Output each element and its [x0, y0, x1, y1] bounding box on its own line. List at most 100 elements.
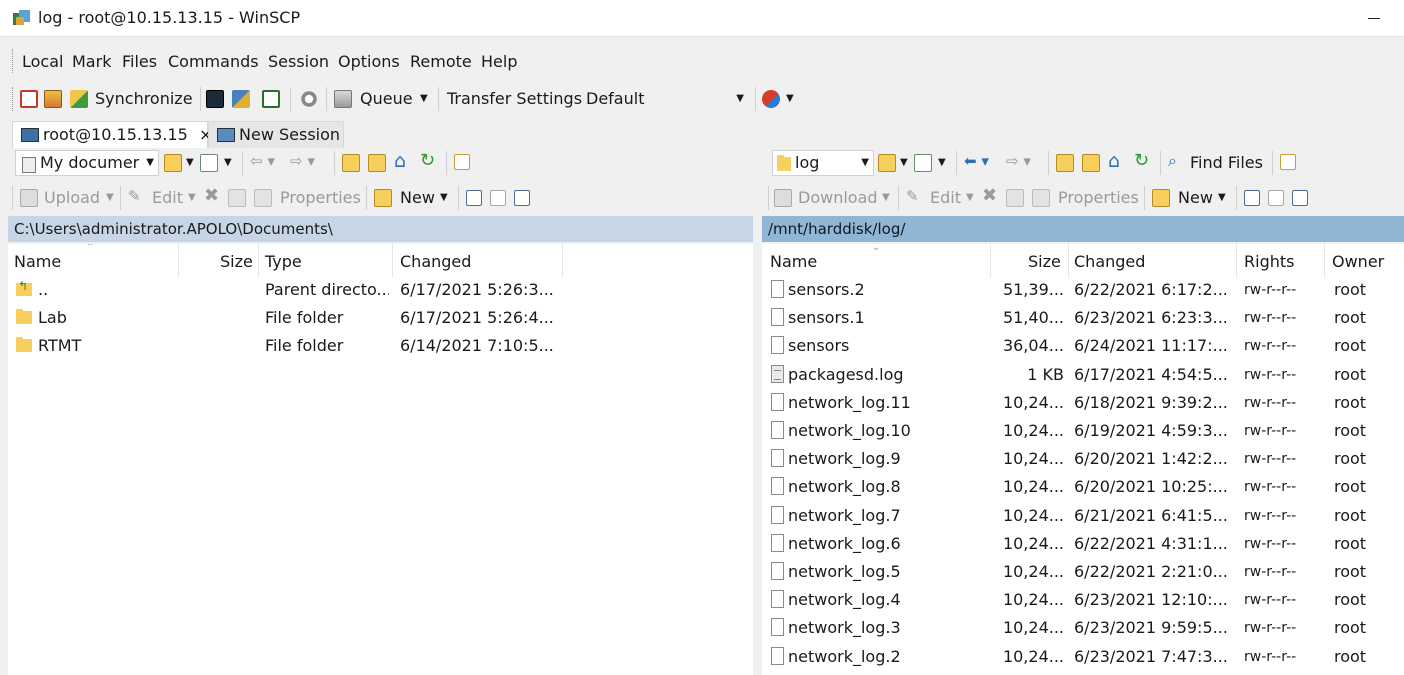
find-files-button[interactable]: Find Files — [1190, 153, 1263, 172]
new-button[interactable]: New — [400, 188, 435, 207]
new-button[interactable]: New — [1178, 188, 1213, 207]
menu-local[interactable]: Local — [22, 52, 63, 71]
parent-directory-icon[interactable] — [1056, 154, 1074, 172]
column-header-changed[interactable]: Changed — [1074, 244, 1145, 278]
menu-files[interactable]: Files — [122, 52, 157, 71]
upload-icon[interactable] — [20, 189, 38, 207]
edit-icon[interactable]: ✎ — [906, 187, 919, 205]
column-separator[interactable] — [1068, 244, 1069, 278]
edit-icon[interactable]: ✎ — [128, 187, 141, 205]
open-folder-icon[interactable] — [164, 154, 182, 172]
menu-help[interactable]: Help — [481, 52, 517, 71]
local-directory-icon[interactable] — [20, 90, 38, 108]
select-files-icon[interactable] — [1244, 190, 1260, 206]
column-separator[interactable] — [178, 244, 179, 278]
properties-icon[interactable] — [254, 189, 272, 207]
remote-path-bar[interactable]: /mnt/harddisk/log/ — [762, 216, 1404, 242]
table-row[interactable]: .. Parent directo... 6/17/2021 5:26:3... — [8, 276, 753, 304]
queue-button[interactable]: Queue — [360, 89, 413, 108]
forward-icon[interactable]: ⇨ ▾ — [1006, 152, 1031, 170]
filter-files-icon[interactable] — [1292, 190, 1308, 206]
column-header-type[interactable]: Type — [265, 244, 302, 278]
column-header-changed[interactable]: Changed — [400, 244, 471, 278]
console-icon[interactable] — [206, 90, 224, 108]
column-separator[interactable] — [392, 244, 393, 278]
panel-splitter[interactable] — [753, 150, 762, 675]
tree-icon[interactable] — [454, 154, 470, 170]
back-icon[interactable]: ⇦ ▾ — [250, 152, 275, 170]
refresh-icon[interactable]: ↻ — [1134, 150, 1149, 171]
filter-dropdown-icon[interactable]: ▼ — [224, 157, 232, 168]
download-button[interactable]: Download — [798, 188, 878, 207]
table-row[interactable]: network_log.9 10,24... 6/20/2021 1:42:2...… — [762, 445, 1404, 473]
menu-commands[interactable]: Commands — [168, 52, 259, 71]
table-row[interactable]: sensors.1 51,40... 6/23/2021 6:23:3... rw-r… — [762, 304, 1404, 332]
menu-mark[interactable]: Mark — [72, 52, 111, 71]
table-row[interactable]: network_log.7 10,24... 6/21/2021 6:41:5...… — [762, 502, 1404, 530]
new-icon[interactable] — [1152, 189, 1170, 207]
menu-grip[interactable] — [12, 49, 15, 73]
delete-icon[interactable]: ✖ — [204, 185, 219, 206]
open-folder-dropdown-icon[interactable]: ▼ — [186, 157, 194, 168]
upload-dropdown-icon[interactable]: ▼ — [106, 192, 114, 203]
compare-directories-icon[interactable] — [44, 90, 62, 108]
table-row[interactable]: network_log.10 10,24... 6/19/2021 4:59:3..… — [762, 417, 1404, 445]
table-row[interactable]: network_log.4 10,24... 6/23/2021 12:10:...… — [762, 586, 1404, 614]
menu-session[interactable]: Session — [268, 52, 329, 71]
column-separator[interactable] — [1236, 244, 1237, 278]
table-row[interactable]: network_log.8 10,24... 6/20/2021 10:25:...… — [762, 473, 1404, 501]
rename-icon[interactable] — [1006, 189, 1024, 207]
transfer-settings-select[interactable]: Default ▼ — [582, 87, 752, 111]
table-row[interactable]: sensors.2 51,39... 6/22/2021 6:17:2... rw-r… — [762, 276, 1404, 304]
menu-options[interactable]: Options — [338, 52, 400, 71]
column-separator[interactable] — [990, 244, 991, 278]
table-row[interactable]: Lab File folder 6/17/2021 5:26:4... — [8, 304, 753, 332]
filter-icon[interactable] — [914, 154, 932, 172]
tab-session-root[interactable]: root@10.15.13.15 × — [12, 121, 212, 148]
local-location-select[interactable]: My documer ▼ — [15, 150, 159, 176]
new-dropdown-icon[interactable]: ▼ — [440, 192, 448, 203]
download-icon[interactable] — [774, 189, 792, 207]
properties-button[interactable]: Properties — [280, 188, 361, 207]
remote-location-dropdown-icon[interactable]: ▼ — [861, 151, 869, 175]
toolbar-grip[interactable] — [12, 87, 15, 111]
synchronize-button[interactable]: Synchronize — [95, 89, 193, 108]
open-folder-dropdown-icon[interactable]: ▼ — [900, 157, 908, 168]
menu-remote[interactable]: Remote — [410, 52, 472, 71]
queue-icon[interactable] — [334, 90, 352, 108]
root-directory-icon[interactable] — [368, 154, 386, 172]
edit-button[interactable]: Edit — [152, 188, 183, 207]
unselect-files-icon[interactable] — [490, 190, 506, 206]
column-header-rights[interactable]: Rights — [1244, 244, 1294, 278]
minimize-button[interactable] — [1364, 6, 1386, 28]
properties-button[interactable]: Properties — [1058, 188, 1139, 207]
table-row[interactable]: network_log.2 10,24... 6/23/2021 7:47:3...… — [762, 643, 1404, 671]
column-header-name[interactable]: Name — [770, 244, 817, 278]
table-row[interactable]: sensors 36,04... 6/24/2021 11:17:... rw-r--… — [762, 332, 1404, 360]
rename-icon[interactable] — [228, 189, 246, 207]
filter-dropdown-icon[interactable]: ▼ — [938, 157, 946, 168]
connection-dropdown-icon[interactable]: ▼ — [786, 93, 794, 104]
forward-icon[interactable]: ⇨ ▾ — [290, 152, 315, 170]
home-icon[interactable]: ⌂ — [394, 150, 406, 172]
tab-new-session[interactable]: New Session — [208, 121, 344, 148]
unselect-files-icon[interactable] — [1268, 190, 1284, 206]
upload-button[interactable]: Upload — [44, 188, 100, 207]
preferences-gear-icon[interactable] — [300, 90, 318, 108]
edit-dropdown-icon[interactable]: ▼ — [188, 192, 196, 203]
local-location-dropdown-icon[interactable]: ▼ — [146, 151, 154, 175]
edit-button[interactable]: Edit — [930, 188, 961, 207]
queue-dropdown-icon[interactable]: ▼ — [420, 93, 428, 104]
open-folder-icon[interactable] — [878, 154, 896, 172]
transfer-settings-dropdown-icon[interactable]: ▼ — [736, 87, 744, 111]
column-header-size[interactable]: Size — [1028, 244, 1061, 278]
putty-icon[interactable] — [232, 90, 250, 108]
table-row[interactable]: network_log.5 10,24... 6/22/2021 2:21:0...… — [762, 558, 1404, 586]
connection-icon[interactable] — [762, 90, 780, 108]
remote-location-select[interactable]: log ▼ — [772, 150, 874, 176]
remote-file-list[interactable]: Name ⌄ Size Changed Rights Owner sensors… — [762, 244, 1404, 675]
parent-directory-icon[interactable] — [342, 154, 360, 172]
root-directory-icon[interactable] — [1082, 154, 1100, 172]
tree-icon[interactable] — [1280, 154, 1296, 170]
back-icon[interactable]: ⬅ ▾ — [964, 152, 989, 170]
